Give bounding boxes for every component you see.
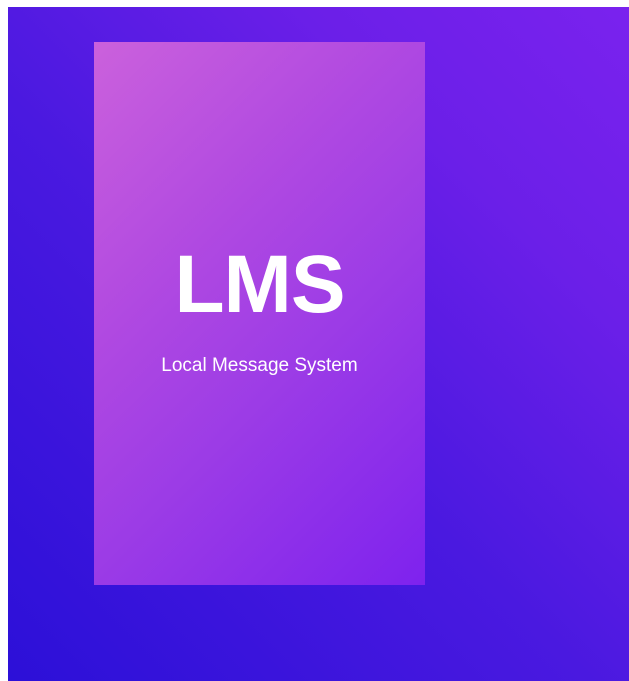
app-logo-subtitle: Local Message System [161,355,358,376]
app-background: LMS Local Message System [8,7,629,681]
brand-panel: LMS Local Message System [94,42,425,585]
app-logo-title: LMS [174,239,345,330]
